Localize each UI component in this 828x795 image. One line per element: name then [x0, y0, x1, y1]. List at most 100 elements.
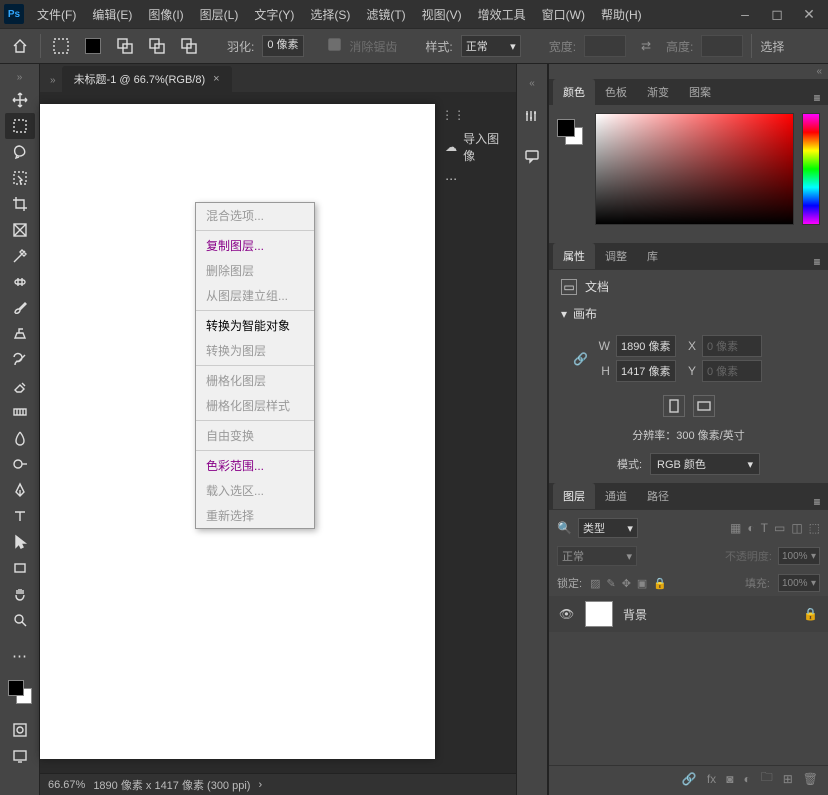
layer-style-icon[interactable]: fx: [707, 772, 716, 786]
object-select-tool[interactable]: [5, 165, 35, 191]
menu-filter[interactable]: 滤镜(T): [359, 2, 412, 27]
tab-swatches[interactable]: 色板: [595, 79, 637, 105]
feather-input[interactable]: 0 像素: [262, 35, 304, 57]
filter-adjust-icon[interactable]: ◐: [747, 521, 754, 535]
zoom-value[interactable]: 66.67%: [48, 779, 85, 791]
context-menu-item[interactable]: 转换为智能对象: [196, 313, 314, 338]
menu-select[interactable]: 选择(S): [303, 2, 357, 27]
menu-plugins[interactable]: 增效工具: [471, 2, 533, 27]
dodge-tool[interactable]: [5, 451, 35, 477]
tab-gradients[interactable]: 渐变: [637, 79, 679, 105]
panel-menu-icon[interactable]: ≡: [806, 495, 828, 509]
context-menu-item[interactable]: 复制图层...: [196, 233, 314, 258]
selection-mode-intersect[interactable]: [177, 34, 201, 58]
foreground-background-swatch[interactable]: [5, 677, 35, 707]
menu-layer[interactable]: 图层(L): [193, 2, 246, 27]
filter-type-select[interactable]: 类型▾: [578, 518, 638, 538]
path-select-tool[interactable]: [5, 529, 35, 555]
layer-mask-icon[interactable]: ◙: [726, 772, 733, 786]
maximize-button[interactable]: ◻: [766, 5, 788, 23]
context-menu-item[interactable]: 色彩范围...: [196, 453, 314, 478]
lasso-tool[interactable]: [5, 139, 35, 165]
drag-handle[interactable]: ⋮⋮: [435, 104, 516, 126]
selection-mode-add[interactable]: [113, 34, 137, 58]
color-field[interactable]: [595, 113, 794, 225]
gradient-tool[interactable]: [5, 399, 35, 425]
menu-image[interactable]: 图像(I): [141, 2, 190, 27]
lock-icon[interactable]: 🔒: [803, 607, 818, 621]
frame-tool[interactable]: [5, 217, 35, 243]
link-icon[interactable]: 🔗: [573, 352, 588, 366]
blur-tool[interactable]: [5, 425, 35, 451]
minimize-button[interactable]: –: [734, 5, 756, 23]
type-tool[interactable]: [5, 503, 35, 529]
lock-artboard-icon[interactable]: ▣: [637, 577, 647, 590]
rectangle-tool[interactable]: [5, 555, 35, 581]
delete-layer-icon[interactable]: 🗑: [803, 772, 818, 786]
clone-stamp-tool[interactable]: [5, 321, 35, 347]
layer-row[interactable]: 👁 背景 🔒: [549, 596, 828, 632]
adjustments-icon[interactable]: [517, 103, 547, 129]
lock-transparency-icon[interactable]: ▨: [590, 577, 600, 590]
doc-dimensions[interactable]: 1890 像素 x 1417 像素 (300 ppi): [93, 777, 250, 793]
color-fgbg-swatch[interactable]: [557, 113, 587, 235]
filter-toggle[interactable]: ⬚: [809, 521, 820, 535]
style-select[interactable]: 正常▾: [461, 35, 521, 57]
lock-pixels-icon[interactable]: ✎: [606, 577, 615, 590]
width-input[interactable]: 1890 像素: [616, 335, 676, 357]
tab-libraries[interactable]: 库: [637, 243, 668, 269]
panel-menu-icon[interactable]: ≡: [806, 255, 828, 269]
layer-name[interactable]: 背景: [623, 606, 647, 623]
zoom-tool[interactable]: [5, 607, 35, 633]
menu-window[interactable]: 窗口(W): [535, 2, 592, 27]
marquee-tool-icon[interactable]: [49, 34, 73, 58]
history-brush-tool[interactable]: [5, 347, 35, 373]
selection-mode-new[interactable]: [81, 34, 105, 58]
menu-edit[interactable]: 编辑(E): [85, 2, 139, 27]
edit-toolbar[interactable]: ⋯: [5, 643, 35, 669]
menu-help[interactable]: 帮助(H): [594, 2, 649, 27]
chevron-right-icon[interactable]: ›: [258, 779, 262, 791]
lock-position-icon[interactable]: ✥: [622, 577, 631, 590]
comments-icon[interactable]: [517, 143, 547, 169]
layer-thumbnail[interactable]: [585, 601, 613, 627]
close-button[interactable]: ✕: [798, 5, 820, 23]
quick-mask-mode[interactable]: [5, 717, 35, 743]
tab-layers[interactable]: 图层: [553, 483, 595, 509]
more-icon[interactable]: ⋯: [435, 168, 516, 190]
menu-file[interactable]: 文件(F): [30, 2, 83, 27]
select-subject-label[interactable]: 选择: [760, 38, 784, 55]
brush-tool[interactable]: [5, 295, 35, 321]
group-icon[interactable]: 🗀: [761, 768, 773, 789]
color-mode-select[interactable]: RGB 颜色▾: [650, 453, 760, 475]
tab-properties[interactable]: 属性: [553, 243, 595, 269]
menu-type[interactable]: 文字(Y): [247, 2, 301, 27]
hue-slider[interactable]: [802, 113, 820, 225]
import-image-button[interactable]: ☁ 导入图像: [435, 126, 516, 168]
screen-mode[interactable]: [5, 743, 35, 769]
healing-brush-tool[interactable]: [5, 269, 35, 295]
link-layers-icon[interactable]: 🔗: [682, 772, 697, 786]
pen-tool[interactable]: [5, 477, 35, 503]
adjustment-layer-icon[interactable]: ◐: [743, 772, 750, 786]
portrait-button[interactable]: [663, 395, 685, 417]
eyedropper-tool[interactable]: [5, 243, 35, 269]
tab-patterns[interactable]: 图案: [679, 79, 721, 105]
marquee-tool[interactable]: [5, 113, 35, 139]
tab-color[interactable]: 颜色: [553, 79, 595, 105]
visibility-icon[interactable]: 👁: [559, 607, 575, 621]
hand-tool[interactable]: [5, 581, 35, 607]
home-icon[interactable]: [8, 34, 32, 58]
filter-smart-icon[interactable]: ◫: [791, 521, 802, 535]
eraser-tool[interactable]: [5, 373, 35, 399]
menu-view[interactable]: 视图(V): [415, 2, 469, 27]
canvas-section[interactable]: ▾ 画布: [561, 305, 816, 322]
search-icon[interactable]: 🔍: [557, 521, 572, 535]
crop-tool[interactable]: [5, 191, 35, 217]
document-tab[interactable]: 未标题-1 @ 66.7%(RGB/8) ×: [62, 66, 232, 92]
filter-type-icon[interactable]: T: [761, 521, 768, 535]
canvas-viewport[interactable]: 混合选项...复制图层...删除图层从图层建立组...转换为智能对象转换为图层栅…: [40, 92, 516, 773]
tab-adjustments[interactable]: 调整: [595, 243, 637, 269]
tab-paths[interactable]: 路径: [637, 483, 679, 509]
new-layer-icon[interactable]: ⊞: [783, 772, 793, 786]
